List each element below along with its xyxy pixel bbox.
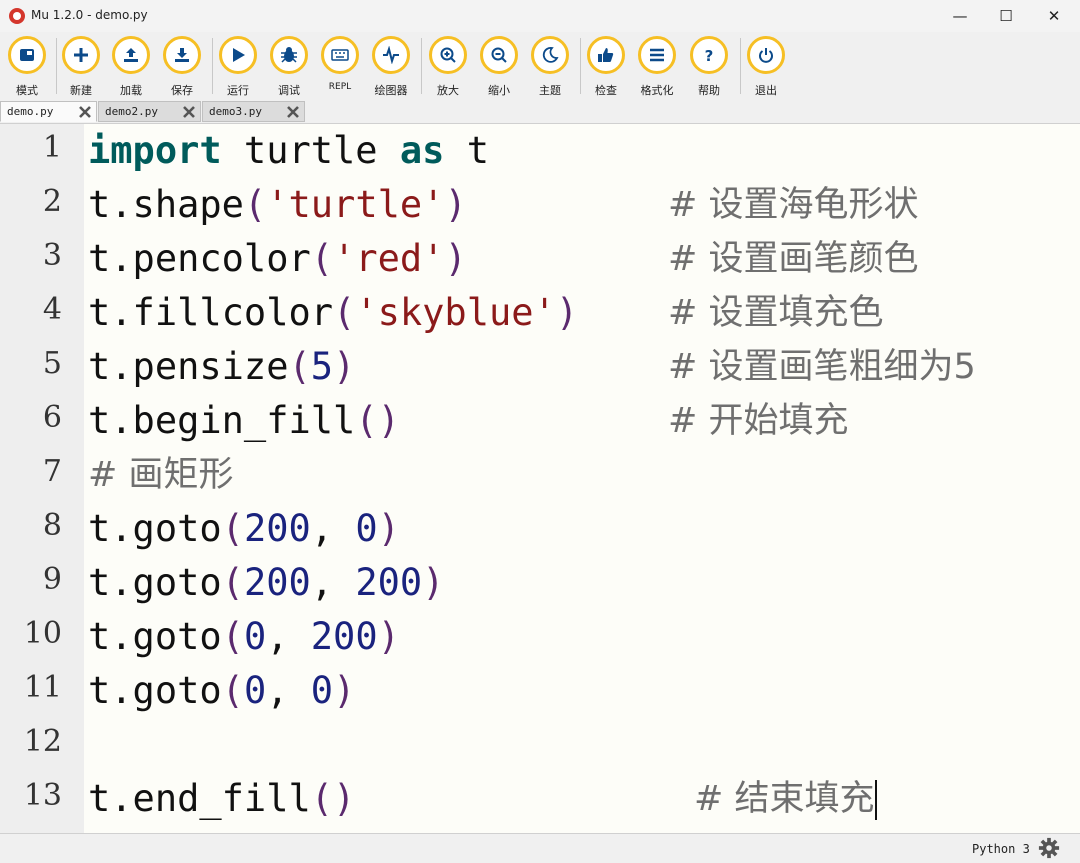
zoom-out-button[interactable]: 缩小: [476, 36, 526, 100]
close-icon[interactable]: [286, 105, 300, 119]
code-line[interactable]: t.end_fill(): [88, 774, 355, 824]
line-number: 9: [42, 562, 62, 597]
line-number: 8: [42, 508, 62, 543]
code-comment[interactable]: # 设置画笔颜色: [668, 234, 918, 284]
zoom-in-icon: [429, 36, 467, 74]
mu-logo-icon: [9, 8, 25, 24]
mode-button[interactable]: 模式: [4, 36, 54, 100]
question-icon: ?: [690, 36, 728, 74]
code-line[interactable]: t.begin_fill(): [88, 396, 400, 446]
line-number: 2: [42, 184, 62, 219]
close-window-button[interactable]: ✕: [1030, 0, 1078, 32]
tab-demo3-py[interactable]: demo3.py: [202, 101, 305, 122]
code-comment[interactable]: # 设置海龟形状: [668, 180, 918, 230]
help-button[interactable]: ? 帮助: [686, 36, 736, 100]
svg-text:?: ?: [705, 47, 714, 64]
minimize-button[interactable]: —: [936, 0, 984, 32]
line-number: 7: [42, 454, 62, 489]
debug-button[interactable]: 调试: [266, 36, 316, 100]
gear-icon[interactable]: [1038, 837, 1060, 859]
repl-button[interactable]: REPL: [317, 36, 367, 100]
line-number-gutter: 1 2 3 4 5 6 7 8 9 10 11 12 13: [0, 124, 84, 833]
bug-icon: [270, 36, 308, 74]
upload-icon: [112, 36, 150, 74]
code-line[interactable]: t.fillcolor('skyblue'): [88, 288, 578, 338]
code-line[interactable]: t.goto(200, 0): [88, 504, 400, 554]
thumbs-up-icon: [587, 36, 625, 74]
plus-icon: [62, 36, 100, 74]
line-number: 11: [23, 670, 62, 705]
download-icon: [163, 36, 201, 74]
window-title: Mu 1.2.0 - demo.py: [31, 8, 148, 22]
mode-indicator[interactable]: Python 3: [972, 842, 1030, 856]
line-number: 3: [42, 238, 62, 273]
line-number: 6: [42, 400, 62, 435]
line-number: 12: [23, 724, 62, 759]
code-line[interactable]: t.pensize(5): [88, 342, 355, 392]
wave-icon: [372, 36, 410, 74]
line-number: 1: [42, 130, 62, 165]
code-line[interactable]: t.goto(0, 0): [88, 666, 355, 716]
tab-bar: demo.py demo2.py demo3.py: [0, 101, 1080, 123]
line-number: 4: [42, 292, 62, 327]
line-number: 13: [23, 778, 62, 813]
line-number: 5: [42, 346, 62, 381]
run-button[interactable]: 运行: [215, 36, 265, 100]
new-button[interactable]: 新建: [58, 36, 108, 100]
maximize-button[interactable]: ☐: [982, 0, 1030, 32]
close-icon[interactable]: [182, 105, 196, 119]
zoom-out-icon: [480, 36, 518, 74]
plotter-button[interactable]: 绘图器: [368, 36, 418, 100]
play-icon: [219, 36, 257, 74]
code-comment[interactable]: # 画矩形: [88, 450, 233, 500]
lines-icon: [638, 36, 676, 74]
code-line[interactable]: t.goto(0, 200): [88, 612, 400, 662]
code-line[interactable]: t.shape('turtle'): [88, 180, 467, 230]
code-line[interactable]: import turtle as t: [88, 126, 489, 176]
moon-icon: [531, 36, 569, 74]
code-comment[interactable]: # 设置画笔粗细为5: [668, 342, 976, 392]
load-button[interactable]: 加载: [108, 36, 158, 100]
close-icon[interactable]: [78, 105, 92, 119]
quit-button[interactable]: 退出: [743, 36, 793, 100]
zoom-in-button[interactable]: 放大: [425, 36, 475, 100]
tab-demo-py[interactable]: demo.py: [0, 101, 97, 122]
code-comment[interactable]: # 开始填充: [668, 396, 848, 446]
line-number: 10: [23, 616, 62, 651]
tab-demo2-py[interactable]: demo2.py: [98, 101, 201, 122]
power-icon: [747, 36, 785, 74]
text-cursor: [875, 780, 878, 820]
theme-button[interactable]: 主题: [527, 36, 577, 100]
code-line[interactable]: t.goto(200, 200): [88, 558, 444, 608]
toolbar: 模式 新建 加载 保存 运行 调试 REPL 绘图器 放大 缩小 主题 检查 格…: [0, 32, 1080, 100]
status-bar: Python 3: [0, 833, 1080, 863]
code-editor[interactable]: 1 2 3 4 5 6 7 8 9 10 11 12 13 import tur…: [0, 123, 1080, 833]
keyboard-icon: [321, 36, 359, 74]
save-button[interactable]: 保存: [159, 36, 209, 100]
format-button[interactable]: 格式化: [634, 36, 684, 100]
check-button[interactable]: 检查: [583, 36, 633, 100]
code-line[interactable]: t.pencolor('red'): [88, 234, 467, 284]
code-comment[interactable]: # 设置填充色: [668, 288, 883, 338]
mode-icon: [8, 36, 46, 74]
code-comment[interactable]: # 结束填充: [694, 774, 878, 824]
title-bar: Mu 1.2.0 - demo.py — ☐ ✕: [0, 0, 1080, 32]
